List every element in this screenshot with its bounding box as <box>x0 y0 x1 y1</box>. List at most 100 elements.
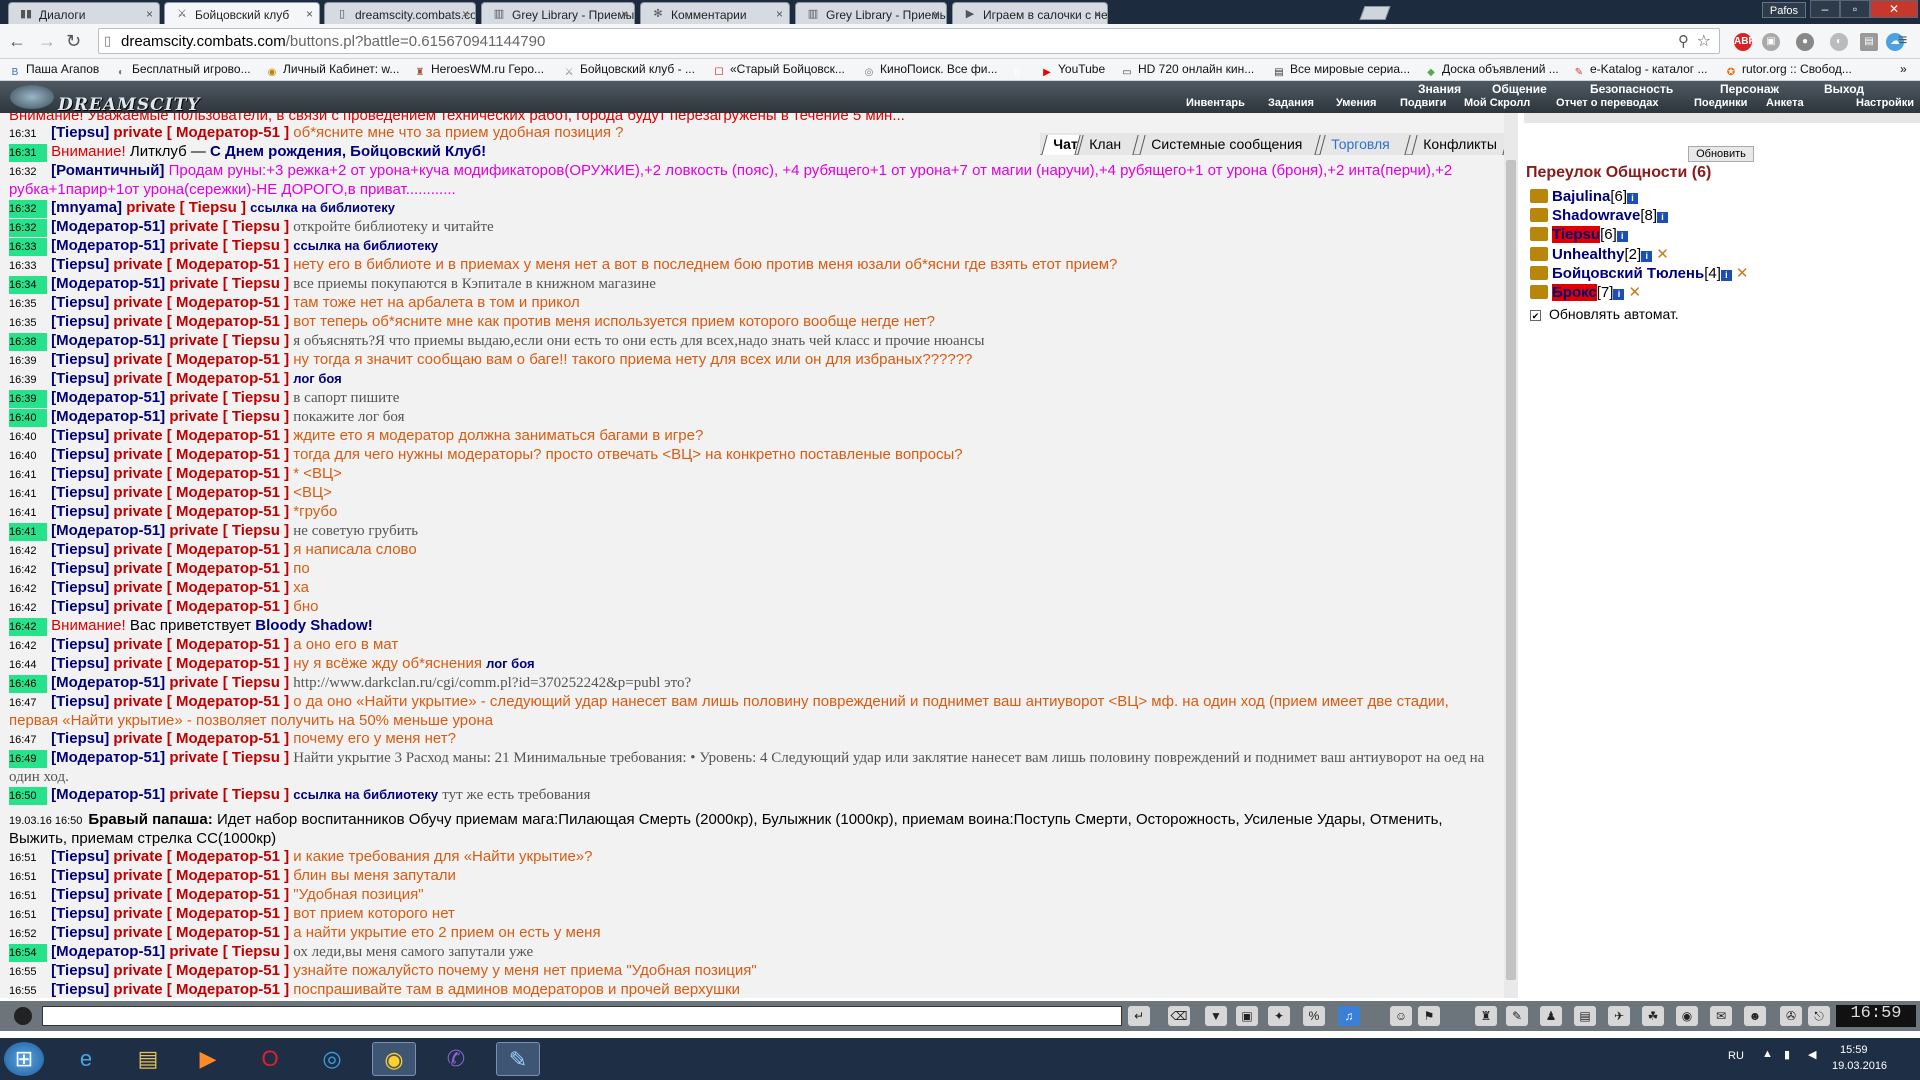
chat-author[interactable]: [Tiepsu] <box>51 886 109 903</box>
room-user[interactable]: Tiepsu[6] i <box>1530 226 1628 243</box>
chat-recipient[interactable]: [ Модератор-51 ] <box>167 351 289 368</box>
close-tab-icon[interactable]: × <box>1094 7 1101 21</box>
music-icon[interactable]: ♫ <box>1338 1006 1360 1026</box>
bookmark-item[interactable]: В Паша Агапов <box>8 62 100 80</box>
chat-message[interactable]: ссылка на библиотеку <box>293 787 438 802</box>
chat-message[interactable]: ссылка на библиотеку <box>250 200 395 215</box>
chat-tab[interactable]: Системные сообщения <box>1139 135 1321 155</box>
extension-icon[interactable]: ● <box>1796 33 1814 51</box>
bookmark-item[interactable]: ◎ КиноПоиск. Все фи... <box>862 62 998 80</box>
chat-author[interactable]: [Tiepsu] <box>51 560 109 577</box>
chat-author[interactable]: [Tiepsu] <box>51 924 109 941</box>
chat-author[interactable]: [Tiepsu] <box>51 427 109 444</box>
game-menu-top-item[interactable]: Общение <box>1492 82 1547 96</box>
bookmark-item[interactable]: ◉ Личный Кабинет: w... <box>265 62 400 80</box>
chat-tab[interactable]: Конфликты <box>1411 135 1509 155</box>
chat-timestamp[interactable]: 16:31 <box>9 125 47 143</box>
chat-author[interactable]: [Tiepsu] <box>51 848 109 865</box>
chat-timestamp[interactable]: 16:35 <box>9 295 47 313</box>
chat-author[interactable]: Бравый папаша: <box>88 811 212 828</box>
browser-tab[interactable]: ▯ dreamscity.combats.com/...× <box>324 2 476 24</box>
chat-author[interactable]: [Tiepsu] <box>51 294 109 311</box>
chat-recipient[interactable]: [ Tiepsu ] <box>223 749 289 766</box>
chat-timestamp[interactable]: 16:42 <box>9 637 47 655</box>
user-name[interactable]: Bajulina <box>1552 188 1610 205</box>
paint-icon[interactable]: ✎ <box>496 1042 540 1076</box>
chat-timestamp[interactable]: 16:40 <box>9 428 47 446</box>
chat-recipient[interactable]: [ Модератор-51 ] <box>167 370 289 387</box>
reload-icon[interactable]: ↻ <box>66 30 81 52</box>
close-tab-icon[interactable]: × <box>933 7 940 21</box>
chat-author[interactable]: [Tiepsu] <box>51 981 109 998</box>
close-tab-icon[interactable]: × <box>621 7 628 21</box>
chat-input[interactable] <box>42 1006 1122 1026</box>
extension-icon[interactable]: ◐ <box>1830 33 1848 51</box>
game-menu-top-item[interactable]: Знания <box>1418 82 1461 96</box>
user-name[interactable]: Shadowrave <box>1552 207 1640 224</box>
scroll-icon[interactable]: ✦ <box>1268 1006 1290 1026</box>
user-action-icon[interactable] <box>1530 227 1548 241</box>
user-name[interactable]: Tiepsu <box>1552 226 1601 243</box>
game-menu-bottom-item[interactable]: Настройки <box>1856 97 1914 109</box>
chat-timestamp[interactable]: 16:33 <box>9 238 47 256</box>
bookmark-item[interactable]: ✎ e-Katalog - каталог ... <box>1572 62 1708 80</box>
adblock-icon[interactable]: ABP <box>1734 33 1755 51</box>
chat-recipient[interactable]: [ Модератор-51 ] <box>167 313 289 330</box>
new-tab-button[interactable] <box>1359 6 1391 20</box>
user-action-icon[interactable] <box>1530 189 1548 203</box>
chat-author[interactable]: [Tiepsu] <box>51 598 109 615</box>
chat-message[interactable]: ссылка на библиотеку <box>293 238 438 253</box>
user-name[interactable]: Бойцовский Тюлень <box>1552 265 1704 282</box>
room-user[interactable]: Бойцовский Тюлень[4] i ✕ <box>1530 264 1748 282</box>
chat-recipient[interactable]: [ Tiepsu ] <box>223 332 289 349</box>
chat-timestamp[interactable]: 16:47 <box>9 731 47 749</box>
chat-timestamp[interactable]: 16:41 <box>9 523 47 541</box>
language-indicator[interactable]: RU <box>1728 1050 1744 1062</box>
chat-recipient[interactable]: [ Модератор-51 ] <box>167 598 289 615</box>
user-action-icon[interactable] <box>1530 247 1548 261</box>
chat-tab[interactable]: Клан <box>1077 135 1139 155</box>
info-icon[interactable]: i <box>1627 193 1639 204</box>
chat-author[interactable]: [Tiepsu] <box>51 693 109 710</box>
chat-tab[interactable]: Торговля <box>1319 135 1411 155</box>
extension-icon[interactable]: ▣ <box>1762 33 1780 51</box>
chat-timestamp[interactable]: 16:52 <box>9 925 47 943</box>
eraser-icon[interactable]: ⌫ <box>1168 1006 1190 1026</box>
chat-timestamp[interactable]: 16:51 <box>9 887 47 905</box>
chat-recipient[interactable]: [ Модератор-51 ] <box>167 465 289 482</box>
auto-update-checkbox[interactable]: ✔ Обновлять автомат. <box>1530 306 1679 322</box>
chat-timestamp[interactable]: 16:39 <box>9 390 47 408</box>
filter-icon[interactable]: ▼ <box>1205 1006 1227 1026</box>
bookmark-item[interactable]: ⚔ Бойцовский клуб - ... <box>562 62 695 80</box>
mail-icon[interactable]: ✉ <box>1710 1006 1732 1026</box>
room-user[interactable]: Unhealthy[2] i ✕ <box>1530 245 1669 263</box>
bookmark-item[interactable]: ▤ Все мировые сериа... <box>1272 62 1410 80</box>
chat-author[interactable]: [Tiepsu] <box>51 962 109 979</box>
user-action-icon[interactable] <box>1530 285 1548 299</box>
chat-author[interactable]: [Романтичный] <box>51 162 164 179</box>
chat-recipient[interactable]: [ Модератор-51 ] <box>167 124 289 141</box>
game-menu-bottom-item[interactable]: Анкета <box>1766 97 1804 109</box>
smile-icon[interactable]: ☺ <box>1390 1006 1412 1026</box>
chat-recipient[interactable]: [ Модератор-51 ] <box>167 886 289 903</box>
chat-timestamp[interactable]: 16:47 <box>9 694 47 712</box>
chat-recipient[interactable]: [ Модератор-51 ] <box>167 503 289 520</box>
chat-author[interactable]: [Tiepsu] <box>51 541 109 558</box>
maximize-button[interactable]: ▫ <box>1840 0 1870 18</box>
chat-author[interactable]: [Tiepsu] <box>51 905 109 922</box>
bookmark-item[interactable]: ◆ Доска объявлений ... <box>1424 62 1559 80</box>
chat-recipient[interactable]: [ Модератор-51 ] <box>167 560 289 577</box>
bottle-icon[interactable]: ♟ <box>1540 1006 1562 1026</box>
chat-author[interactable]: [Tiepsu] <box>51 636 109 653</box>
room-user[interactable]: Брокс[7] i ✕ <box>1530 283 1641 301</box>
user-name[interactable]: Брокс <box>1552 284 1597 301</box>
chat-timestamp[interactable]: 16:34 <box>9 276 47 294</box>
chat-recipient[interactable]: [ Модератор-51 ] <box>167 867 289 884</box>
chat-author[interactable]: [Tiepsu] <box>51 730 109 747</box>
chat-recipient[interactable]: [ Модератор-51 ] <box>167 655 289 672</box>
info-icon[interactable]: i <box>1613 289 1625 300</box>
minimize-button[interactable]: – <box>1810 0 1840 18</box>
user-action-icon[interactable] <box>1530 266 1548 280</box>
chat-timestamp[interactable]: 16:42 <box>9 542 47 560</box>
chat-recipient[interactable]: [ Tiepsu ] <box>223 275 289 292</box>
